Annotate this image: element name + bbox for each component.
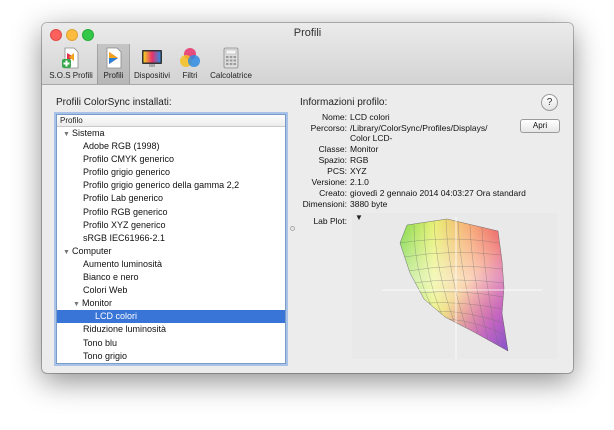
toolbar-label: Dispositivi <box>133 71 170 80</box>
list-item-label: Colori Web <box>83 285 128 296</box>
first-aid-document-icon <box>60 47 82 69</box>
display-icon <box>141 47 163 69</box>
toolbar-dispositivi[interactable]: Dispositivi <box>130 44 174 84</box>
list-item-label: Computer <box>72 245 112 256</box>
toolbar-label: Calcolatrice <box>210 71 252 80</box>
toolbar-filtri[interactable]: Filtri <box>175 44 205 84</box>
info-label: Dimensioni: <box>302 199 347 209</box>
window-title: Profili <box>293 27 322 39</box>
list-item[interactable]: Riduzione luminosità <box>57 323 285 336</box>
toolbar-calcolatrice[interactable]: Calcolatrice <box>206 44 256 84</box>
installed-profiles-title: Profili ColorSync installati: <box>56 97 172 108</box>
list-item-label: Bianco e nero <box>83 272 139 283</box>
profile-info-title: Informazioni profilo: <box>300 97 388 108</box>
plot-menu-arrow[interactable]: ▼ <box>355 213 363 222</box>
list-item-label: Riduzione luminosità <box>83 324 167 335</box>
list-item[interactable]: Tono blu <box>57 337 285 350</box>
list-item[interactable]: sRGB IEC61966-2.1 <box>57 232 285 245</box>
disclosure-triangle-icon[interactable]: ▼ <box>63 246 72 259</box>
toolbar-label: S.O.S Profili <box>49 71 93 80</box>
toolbar-profili[interactable]: Profili <box>97 44 130 84</box>
disclosure-triangle-icon[interactable]: ▼ <box>73 298 82 311</box>
list-group-row[interactable]: ▼ Computer <box>57 245 285 258</box>
list-item-label: Monitor <box>82 298 113 309</box>
profile-document-icon <box>103 47 125 69</box>
list-item-label: sRGB IEC61966-2.1 <box>83 232 166 243</box>
list-group-row[interactable]: ▼ Monitor <box>57 297 285 310</box>
color-circles-icon <box>179 47 201 69</box>
list-item[interactable]: LCD colori <box>57 310 285 324</box>
lab-plot[interactable]: ▼ <box>352 213 557 359</box>
info-row: Dimensioni: 3880 byte <box>42 198 573 210</box>
toolbar-sos-profili[interactable]: S.O.S Profili <box>46 44 96 84</box>
help-button[interactable]: ? <box>541 94 558 111</box>
calculator-icon <box>220 47 242 69</box>
colorsync-window: Profili S.O.S Profili Profili Dispositiv… <box>42 23 573 373</box>
info-value: 3880 byte <box>350 199 388 209</box>
list-item[interactable]: Aumento luminosità <box>57 258 285 271</box>
list-item-label: Tono blu <box>83 337 118 348</box>
titlebar: Profili S.O.S Profili Profili Dispositiv… <box>42 23 573 85</box>
list-item[interactable]: Tono grigio <box>57 350 285 363</box>
info-row: Percorso:/Library/ColorSync/Profiles/Dis… <box>42 122 573 143</box>
toolbar-label: Filtri <box>182 71 198 80</box>
open-button[interactable]: Apri <box>520 119 560 133</box>
info-label: Percorso: <box>310 123 347 133</box>
lab-plot-label: Lab Plot: <box>313 216 347 226</box>
lab-gamut-plot <box>382 217 542 359</box>
list-item[interactable]: Colori Web <box>57 284 285 297</box>
list-item-label: Aumento luminosità <box>83 258 163 269</box>
list-item-label: LCD colori <box>95 311 138 322</box>
list-item-label: Tono grigio <box>83 350 128 361</box>
toolbar-label: Profili <box>103 71 124 80</box>
list-item[interactable]: Bianco e nero <box>57 271 285 284</box>
